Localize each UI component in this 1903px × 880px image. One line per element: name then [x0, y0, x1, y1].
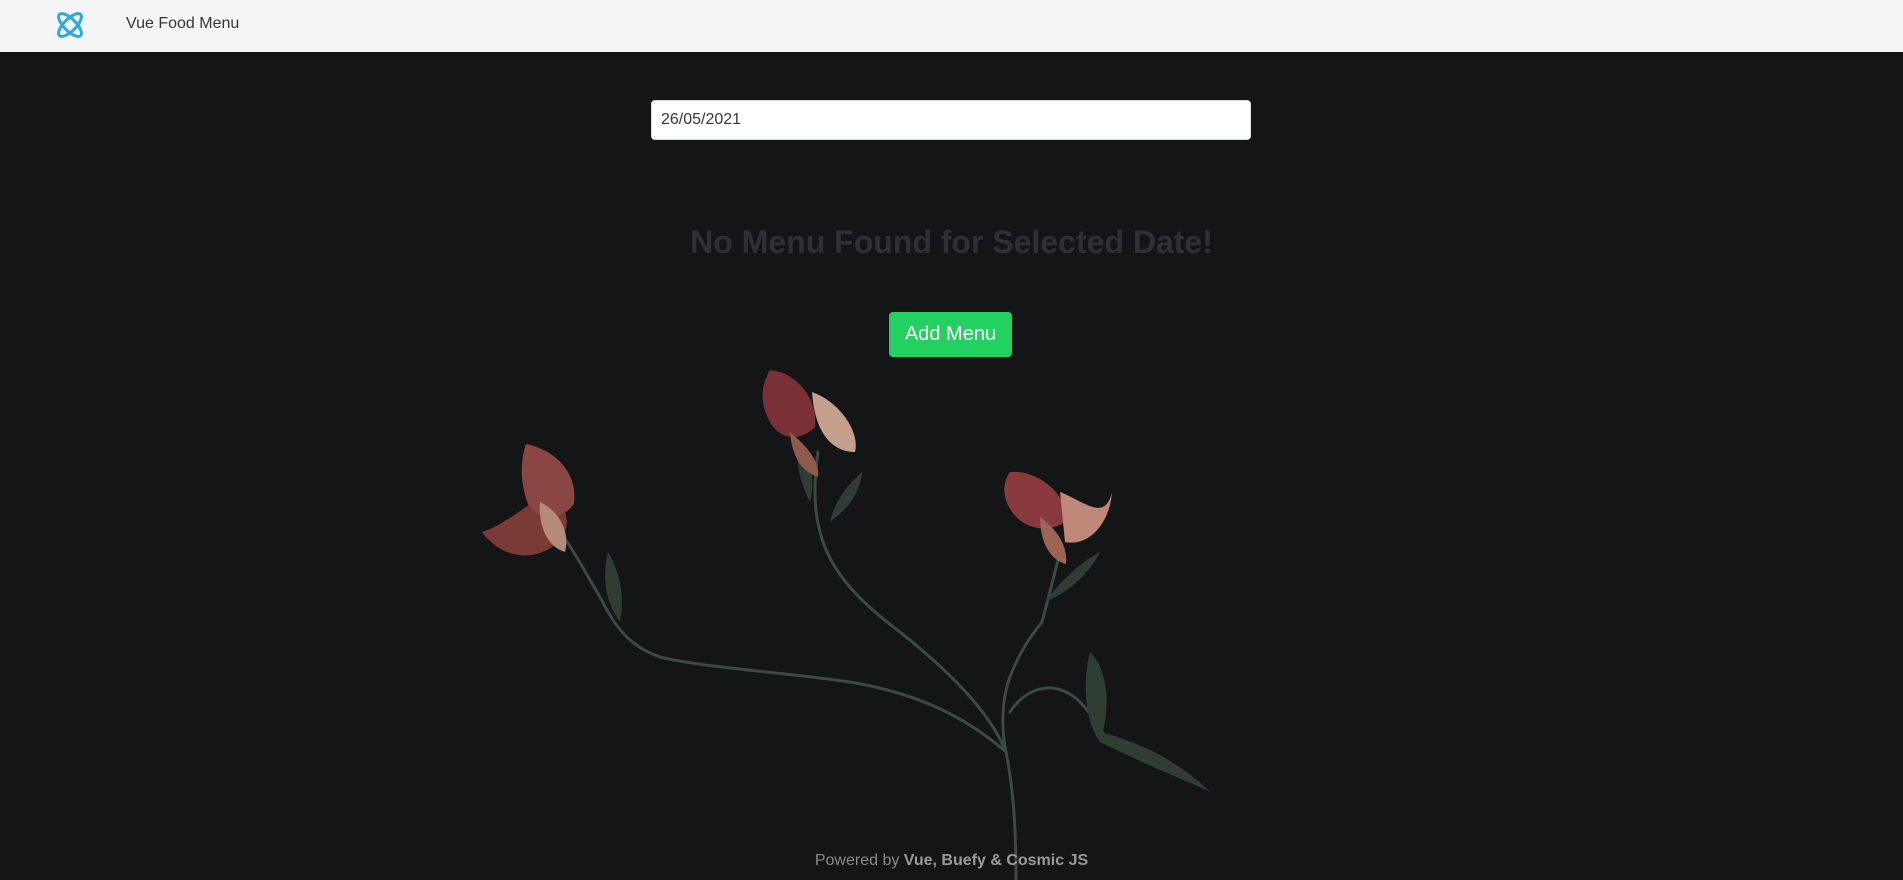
- no-menu-message: No Menu Found for Selected Date!: [690, 224, 1213, 260]
- navbar: Vue Food Menu: [0, 0, 1903, 52]
- add-menu-button[interactable]: Add Menu: [889, 312, 1012, 357]
- main-content: No Menu Found for Selected Date! Add Men…: [0, 52, 1903, 880]
- brand-title[interactable]: Vue Food Menu: [126, 15, 239, 33]
- flower-background-image: [482, 370, 1210, 880]
- cosmic-logo-icon[interactable]: [52, 7, 88, 43]
- footer-prefix: Powered by: [814, 852, 904, 869]
- date-picker-input[interactable]: [651, 100, 1251, 140]
- footer: Powered by Vue, Buefy & Cosmic JS: [0, 852, 1903, 870]
- footer-credits: Vue, Buefy & Cosmic JS: [903, 852, 1089, 869]
